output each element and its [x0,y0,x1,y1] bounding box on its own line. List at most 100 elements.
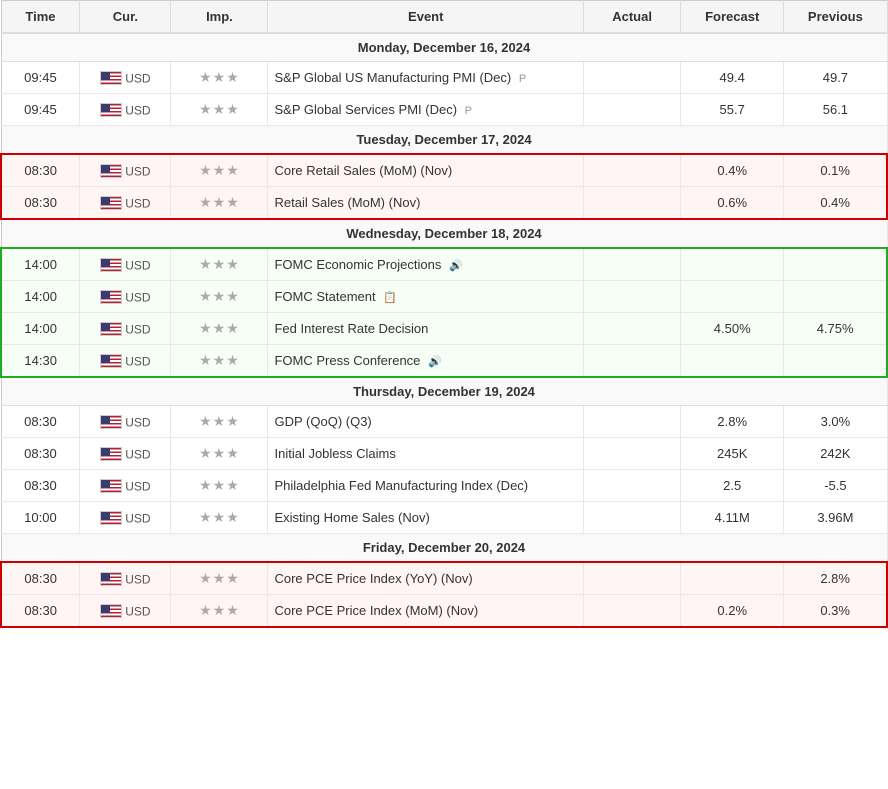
doc-icon: 📋 [383,292,397,304]
forecast-value: 0.4% [681,154,784,187]
event-time: 14:00 [1,248,80,281]
importance-stars: ★★★ [199,256,240,272]
event-time: 08:30 [1,406,80,438]
event-name: Core PCE Price Index (MoM) (Nov) [268,595,584,628]
forecast-value [681,281,784,313]
previous-value: 4.75% [784,313,887,345]
actual-value [584,595,681,628]
flag-icon [100,196,122,210]
previous-value [784,281,887,313]
importance-stars: ★★★ [199,194,240,210]
currency-label: USD [125,322,150,336]
importance-cell: ★★★ [171,94,268,126]
actual-value [584,470,681,502]
event-name: FOMC Statement 📋 [268,281,584,313]
currency-cell: USD [80,562,171,595]
event-time: 14:30 [1,345,80,378]
forecast-value: 0.6% [681,187,784,220]
event-name: Core PCE Price Index (YoY) (Nov) [268,562,584,595]
previous-value: 0.1% [784,154,887,187]
table-row: 14:30USD★★★FOMC Press Conference 🔊 [1,345,887,378]
event-time: 09:45 [1,62,80,94]
event-name: Core Retail Sales (MoM) (Nov) [268,154,584,187]
col-header-time: Time [1,1,80,34]
event-time: 09:45 [1,94,80,126]
currency-label: USD [125,511,150,525]
table-row: 08:30USD★★★Philadelphia Fed Manufacturin… [1,470,887,502]
importance-stars: ★★★ [199,477,240,493]
previous-value: 242K [784,438,887,470]
currency-cell: USD [80,94,171,126]
economic-calendar: Time Cur. Imp. Event Actual Forecast Pre… [0,0,888,628]
event-time: 14:00 [1,281,80,313]
col-header-cur: Cur. [80,1,171,34]
currency-label: USD [125,290,150,304]
importance-stars: ★★★ [199,320,240,336]
event-time: 08:30 [1,438,80,470]
event-time: 08:30 [1,187,80,220]
currency-label: USD [125,572,150,586]
actual-value [584,406,681,438]
day-header-row: Thursday, December 19, 2024 [1,377,887,406]
importance-cell: ★★★ [171,187,268,220]
event-name: Initial Jobless Claims [268,438,584,470]
event-name: Existing Home Sales (Nov) [268,502,584,534]
importance-cell: ★★★ [171,345,268,378]
importance-cell: ★★★ [171,502,268,534]
actual-value [584,248,681,281]
currency-label: USD [125,354,150,368]
actual-value [584,438,681,470]
previous-value: 49.7 [784,62,887,94]
currency-cell: USD [80,281,171,313]
actual-value [584,562,681,595]
currency-cell: USD [80,187,171,220]
previous-value: 0.3% [784,595,887,628]
currency-label: USD [125,103,150,117]
flag-icon [100,447,122,461]
previous-value: 2.8% [784,562,887,595]
importance-stars: ★★★ [199,570,240,586]
flag-icon [100,572,122,586]
table-row: 10:00USD★★★Existing Home Sales (Nov)4.11… [1,502,887,534]
event-name: S&P Global US Manufacturing PMI (Dec) P [268,62,584,94]
speaker-icon: 🔊 [428,356,442,368]
forecast-value: 2.5 [681,470,784,502]
flag-icon [100,415,122,429]
importance-stars: ★★★ [199,445,240,461]
importance-cell: ★★★ [171,281,268,313]
importance-cell: ★★★ [171,248,268,281]
currency-cell: USD [80,502,171,534]
actual-value [584,502,681,534]
importance-cell: ★★★ [171,154,268,187]
event-time: 14:00 [1,313,80,345]
day-header-row: Monday, December 16, 2024 [1,33,887,62]
event-time: 10:00 [1,502,80,534]
table-row: 08:30USD★★★Core PCE Price Index (MoM) (N… [1,595,887,628]
event-name: FOMC Economic Projections 🔊 [268,248,584,281]
day-label: Wednesday, December 18, 2024 [1,219,887,248]
table-row: 14:00USD★★★FOMC Economic Projections 🔊 [1,248,887,281]
currency-cell: USD [80,62,171,94]
flag-icon [100,103,122,117]
previous-value: 0.4% [784,187,887,220]
forecast-value [681,345,784,378]
forecast-value: 245K [681,438,784,470]
day-label: Friday, December 20, 2024 [1,534,887,563]
flag-icon [100,354,122,368]
actual-value [584,281,681,313]
forecast-value: 4.50% [681,313,784,345]
event-name: Philadelphia Fed Manufacturing Index (De… [268,470,584,502]
event-name: Fed Interest Rate Decision [268,313,584,345]
importance-stars: ★★★ [199,101,240,117]
forecast-value [681,248,784,281]
importance-cell: ★★★ [171,470,268,502]
importance-stars: ★★★ [199,509,240,525]
forecast-value: 2.8% [681,406,784,438]
currency-label: USD [125,71,150,85]
table-row: 09:45USD★★★S&P Global US Manufacturing P… [1,62,887,94]
col-header-forecast: Forecast [681,1,784,34]
preliminary-label: P [519,73,526,85]
importance-stars: ★★★ [199,413,240,429]
table-row: 14:00 USD ★★★FOMC Statement 📋 [1,281,887,313]
importance-stars: ★★★ [199,352,240,368]
